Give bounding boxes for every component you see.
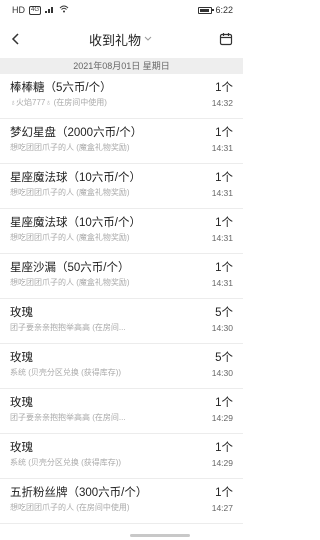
network-label: HD — [12, 5, 25, 15]
gift-list: 棒棒糖（5六币/个） ♁火焰777♁ (在房间中使用) 1个 14:32 梦幻星… — [0, 74, 243, 524]
gift-count: 5个 — [215, 307, 233, 319]
gift-source: 想吃团团爪子的人 (魔盒礼物奖励) — [10, 188, 130, 197]
list-item[interactable]: 星座沙漏（50六币/个） 想吃团团爪子的人 (魔盒礼物奖励) 1个 14:31 — [0, 254, 243, 299]
gift-source: 系统 (贝壳分区兑换 (获得库存)) — [10, 458, 122, 467]
list-item[interactable]: 玫瑰 系统 (贝壳分区兑换 (获得库存)) 1个 14:29 — [0, 434, 243, 479]
status-bar: HD 4G 6:22 — [0, 0, 243, 20]
gift-count: 1个 — [215, 82, 233, 94]
gift-source: ♁火焰777♁ (在房间中使用) — [10, 98, 107, 107]
gift-name: 棒棒糖（5六币/个） — [10, 82, 112, 94]
list-item[interactable]: 星座魔法球（10六币/个） 想吃团团爪子的人 (魔盒礼物奖励) 1个 14:31 — [0, 209, 243, 254]
page-title: 收到礼物 — [88, 32, 141, 48]
clock: 6:22 — [215, 5, 233, 15]
gift-time: 14:27 — [211, 503, 233, 513]
gift-time: 14:29 — [211, 458, 233, 468]
gift-name: 梦幻星盘（2000六币/个） — [10, 127, 143, 139]
gift-name: 五折粉丝牌（300六币/个） — [10, 487, 148, 499]
list-item[interactable]: 玫瑰 系统 (贝壳分区兑换 (获得库存)) 5个 14:30 — [0, 344, 243, 389]
list-item[interactable]: 五折粉丝牌（300六币/个） 想吃团团爪子的人 (在房间中使用) 1个 14:2… — [0, 479, 243, 524]
gift-name: 星座沙漏（50六币/个） — [10, 262, 130, 274]
nav-bar: 收到礼物 — [0, 20, 243, 58]
list-item[interactable]: 玫瑰 团子要亲亲抱抱举高高 (在房间... 1个 14:29 — [0, 389, 243, 434]
battery-icon — [198, 6, 215, 14]
gift-time: 14:30 — [211, 323, 233, 333]
gift-time: 14:31 — [211, 233, 233, 243]
gift-name: 星座魔法球（10六币/个） — [10, 217, 141, 229]
gift-count: 1个 — [215, 217, 233, 229]
gift-name: 玫瑰 — [10, 397, 33, 409]
gift-source: 想吃团团爪子的人 (在房间中使用) — [10, 503, 130, 512]
gift-time: 14:31 — [211, 143, 233, 153]
wifi-icon — [59, 5, 69, 15]
chevron-down-icon — [144, 34, 152, 44]
calendar-icon[interactable] — [219, 32, 233, 46]
list-item[interactable]: 玫瑰 团子要亲亲抱抱举高高 (在房间... 5个 14:30 — [0, 299, 243, 344]
gift-time: 14:31 — [211, 188, 233, 198]
gift-count: 1个 — [215, 127, 233, 139]
gift-time: 14:31 — [211, 278, 233, 288]
gift-count: 1个 — [215, 262, 233, 274]
gift-time: 14:29 — [211, 413, 233, 423]
gesture-bar[interactable] — [0, 530, 320, 540]
list-item[interactable]: 棒棒糖（5六币/个） ♁火焰777♁ (在房间中使用) 1个 14:32 — [0, 74, 243, 119]
status-left: HD 4G — [12, 5, 69, 15]
sim-badge: 4G — [29, 5, 42, 15]
back-icon[interactable] — [10, 32, 22, 46]
gift-count: 1个 — [215, 397, 233, 409]
gift-count: 1个 — [215, 487, 233, 499]
gift-count: 1个 — [215, 172, 233, 184]
gift-count: 5个 — [215, 352, 233, 364]
gift-time: 14:30 — [211, 368, 233, 378]
status-right: 6:22 — [198, 5, 233, 15]
date-header: 2021年08月01日 星期日 — [0, 58, 243, 74]
gift-name: 玫瑰 — [10, 307, 33, 319]
gift-source: 想吃团团爪子的人 (魔盒礼物奖励) — [10, 278, 130, 287]
gift-source: 系统 (贝壳分区兑换 (获得库存)) — [10, 368, 122, 377]
gift-name: 玫瑰 — [10, 442, 33, 454]
gift-source: 想吃团团爪子的人 (魔盒礼物奖励) — [10, 143, 130, 152]
gift-name: 星座魔法球（10六币/个） — [10, 172, 141, 184]
signal-icon — [45, 5, 55, 15]
gift-time: 14:32 — [211, 98, 233, 108]
gift-source: 想吃团团爪子的人 (魔盒礼物奖励) — [10, 233, 130, 242]
page-title-dropdown[interactable]: 收到礼物 — [89, 30, 152, 49]
list-item[interactable]: 星座魔法球（10六币/个） 想吃团团爪子的人 (魔盒礼物奖励) 1个 14:31 — [0, 164, 243, 209]
gift-source: 团子要亲亲抱抱举高高 (在房间... — [10, 413, 126, 422]
gift-name: 玫瑰 — [10, 352, 33, 364]
list-item[interactable]: 梦幻星盘（2000六币/个） 想吃团团爪子的人 (魔盒礼物奖励) 1个 14:3… — [0, 119, 243, 164]
gift-source: 团子要亲亲抱抱举高高 (在房间... — [10, 323, 126, 332]
gift-count: 1个 — [215, 442, 233, 454]
